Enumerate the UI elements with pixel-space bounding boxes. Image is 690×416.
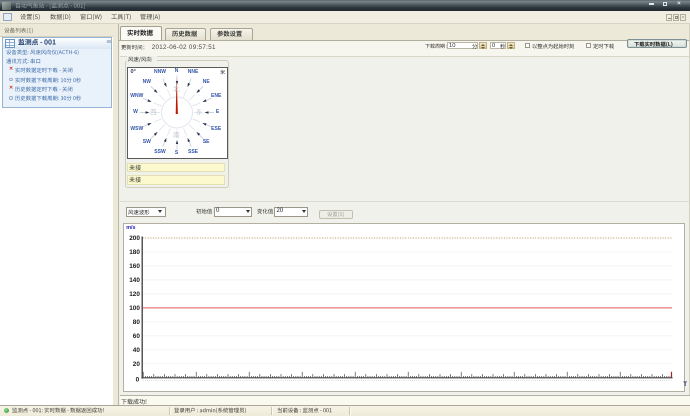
svg-text:0: 0	[136, 376, 140, 383]
svg-text:m/s: m/s	[126, 225, 135, 231]
svg-text:180: 180	[129, 249, 140, 256]
svg-text:20: 20	[133, 361, 141, 368]
svg-text:140: 140	[129, 277, 140, 284]
svg-text:80: 80	[133, 319, 141, 326]
svg-text:160: 160	[129, 263, 140, 270]
svg-text:60: 60	[133, 333, 141, 340]
svg-text:40: 40	[133, 347, 141, 354]
svg-text:200: 200	[129, 235, 140, 242]
svg-text:100: 100	[129, 305, 140, 312]
svg-text:120: 120	[129, 291, 140, 298]
